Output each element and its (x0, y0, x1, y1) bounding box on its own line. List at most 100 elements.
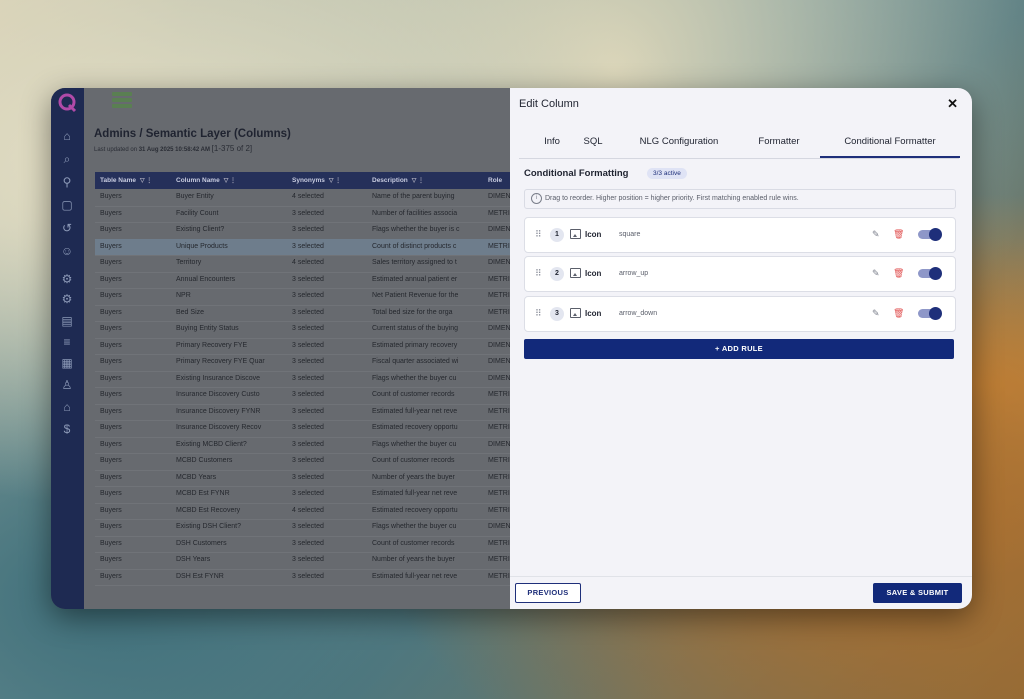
table-row[interactable]: Buyers MCBD Est Recovery 4 selected Estimat… (95, 503, 510, 520)
table-cell: METRI (488, 275, 510, 283)
table-cell: METRI (488, 556, 510, 563)
info-icon: i (531, 193, 542, 204)
table-row[interactable]: Buyers Annual Encounters 3 selected Estimat… (95, 272, 510, 289)
app-logo (58, 93, 77, 113)
table-row[interactable]: Buyers Facility Count 3 selected Number of … (95, 206, 510, 223)
robot-icon[interactable]: ⌂ (59, 128, 75, 144)
tab-info[interactable]: Info (532, 126, 572, 158)
table-cell: Buyers (100, 325, 122, 332)
drag-handle-icon[interactable]: ⠿ (535, 268, 542, 279)
edit-icon[interactable]: ✎ (872, 268, 880, 279)
pin-icon[interactable]: ⚲ (59, 174, 75, 190)
table-header: Table Name ▽ ⋮ Column Name ▽ ⋮ Synonyms ▽ ⋮ De… (95, 172, 510, 189)
table-row[interactable]: Buyers Existing DSH Client? 3 selected Flag… (95, 519, 510, 537)
database-icon[interactable]: ≡ (59, 334, 75, 350)
column-header[interactable]: Synonyms ▽ ⋮ (292, 172, 341, 189)
tab-conditional-formatter[interactable]: Conditional Formatter (820, 126, 960, 158)
table-cell: 3 selected (292, 275, 324, 283)
table-cell: Buyers (100, 407, 122, 415)
history-icon[interactable]: ↺ (59, 220, 75, 236)
table-row[interactable]: Buyers Existing MCBD Client? 3 selected Fla… (95, 437, 510, 454)
table-cell: Buyers (100, 292, 122, 299)
table-cell: 3 selected (292, 424, 324, 431)
column-header[interactable]: Description ▽ ⋮ (372, 172, 424, 189)
table-cell: Primary Recovery FYE Quar (176, 358, 265, 365)
rule-enabled-toggle[interactable] (918, 307, 942, 320)
add-rule-button[interactable]: + ADD RULE (524, 339, 954, 359)
table-cell: Unique Products (176, 242, 228, 250)
table-row[interactable]: Buyers Buyer Entity 4 selected Name of the … (95, 189, 510, 207)
table-row[interactable]: Buyers Bed Size 3 selected Total bed size f… (95, 305, 510, 322)
column-header-label: Role (488, 177, 503, 184)
table-cell: Count of customer records (372, 457, 455, 464)
table-row[interactable]: Buyers NPR 3 selected Net Patient Revenue f… (95, 288, 510, 306)
rule-enabled-toggle[interactable] (918, 228, 942, 241)
table-row[interactable]: Buyers Primary Recovery FYE Quar 3 selecte… (95, 354, 510, 372)
table-cell: DIMEN (488, 358, 510, 365)
dollar-icon[interactable]: $ (59, 421, 75, 437)
table-row[interactable]: Buyers Existing Insurance Discove 3 select… (95, 371, 510, 388)
table-cell: METRI (488, 292, 510, 299)
drag-handle-icon[interactable]: ⠿ (535, 308, 542, 319)
gear-alt-icon[interactable]: ⚙ (59, 291, 75, 307)
table-row[interactable]: Buyers Existing Client? 3 selected Flags wh… (95, 222, 510, 240)
table-row[interactable]: Buyers MCBD Customers 3 selected Count of c… (95, 453, 510, 471)
table-row[interactable]: Buyers Insurance Discovery FYNR 3 selected… (95, 404, 510, 421)
rule-type: Icon (585, 230, 602, 239)
filter-icon[interactable]: ▽ ⋮ (224, 178, 236, 184)
table-cell: Count of distinct products c (372, 242, 457, 250)
delete-icon[interactable]: 🗑 (893, 308, 904, 319)
rule-priority: 3 (550, 307, 564, 321)
drag-handle-icon[interactable]: ⠿ (535, 229, 542, 240)
search-icon[interactable]: ⌕ (59, 151, 75, 167)
previous-button[interactable]: PREVIOUS (515, 583, 581, 603)
table-row[interactable]: Buyers Territory 4 selected Sales territory… (95, 255, 510, 273)
table-cell: Buyers (100, 374, 122, 382)
column-header[interactable]: Table Name ▽ ⋮ (100, 172, 152, 189)
edit-icon[interactable]: ✎ (872, 229, 880, 240)
bank-icon[interactable]: ⌂ (59, 399, 75, 415)
tab-nlg-configuration[interactable]: NLG Configuration (630, 126, 728, 158)
layers-icon[interactable]: ▦ (59, 355, 75, 371)
filter-icon[interactable]: ▽ ⋮ (412, 178, 424, 184)
table-cell: DSH Est FYNR (176, 572, 224, 580)
table-cell: Number of facilities associa (372, 209, 458, 217)
table-row[interactable]: Buyers MCBD Est FYNR 3 selected Estimated f… (95, 486, 510, 504)
table-row[interactable]: Buyers Buying Entity Status 3 selected Curr… (95, 321, 510, 339)
filter-icon[interactable]: ▽ ⋮ (329, 178, 341, 184)
tab-formatter[interactable]: Formatter (746, 126, 812, 158)
delete-icon[interactable]: 🗑 (893, 229, 904, 240)
settings-icon[interactable]: ⚙ (59, 271, 75, 287)
last-updated-label: Last updated on (94, 147, 138, 153)
book-icon[interactable]: ▢ (59, 197, 75, 213)
column-header[interactable]: Role (488, 172, 502, 189)
table-cell: Estimated full-year net reve (372, 490, 458, 497)
table-row[interactable]: Buyers Primary Recovery FYE 3 selected Esti… (95, 338, 510, 355)
column-header[interactable]: Column Name ▽ ⋮ (176, 172, 236, 189)
edit-icon[interactable]: ✎ (872, 308, 880, 319)
table-row[interactable]: Buyers MCBD Years 3 selected Number of year… (95, 470, 510, 487)
building-icon[interactable]: ▤ (59, 313, 75, 329)
table-row[interactable]: Buyers Unique Products 3 selected Count of … (95, 238, 510, 256)
image-icon (570, 268, 581, 278)
table-row[interactable]: Buyers Insurance Discovery Recov 3 selecte… (95, 420, 510, 438)
table-cell: DSH Customers (176, 539, 227, 547)
table-row[interactable]: Buyers Insurance Discovery Custo 3 selecte… (95, 387, 510, 405)
last-updated: Last updated on 31 Aug 2025 10:58:42 AM … (94, 144, 252, 153)
column-header-label: Column Name (176, 177, 220, 184)
table-cell: DSH Years (176, 556, 211, 563)
table-row[interactable]: Buyers DSH Customers 3 selected Count of cu… (95, 536, 510, 553)
filter-icon[interactable]: ▽ ⋮ (140, 178, 152, 184)
table-cell: DIMEN (488, 193, 510, 200)
save-submit-button[interactable]: SAVE & SUBMIT (873, 583, 962, 603)
rule-enabled-toggle[interactable] (918, 267, 942, 280)
table-cell: METRI (488, 572, 510, 580)
delete-icon[interactable]: 🗑 (893, 268, 904, 279)
close-icon[interactable]: ✕ (947, 96, 958, 112)
tab-sql[interactable]: SQL (578, 126, 608, 158)
active-count-badge: 3/3 active (647, 168, 687, 179)
users-icon[interactable]: ☺ (59, 243, 75, 259)
user-settings-icon[interactable]: ♙ (59, 377, 75, 393)
table-row[interactable]: Buyers DSH Years 3 selected Number of years… (95, 552, 510, 570)
table-row[interactable]: Buyers DSH Est FYNR 3 selected Estimated fu… (95, 569, 510, 586)
